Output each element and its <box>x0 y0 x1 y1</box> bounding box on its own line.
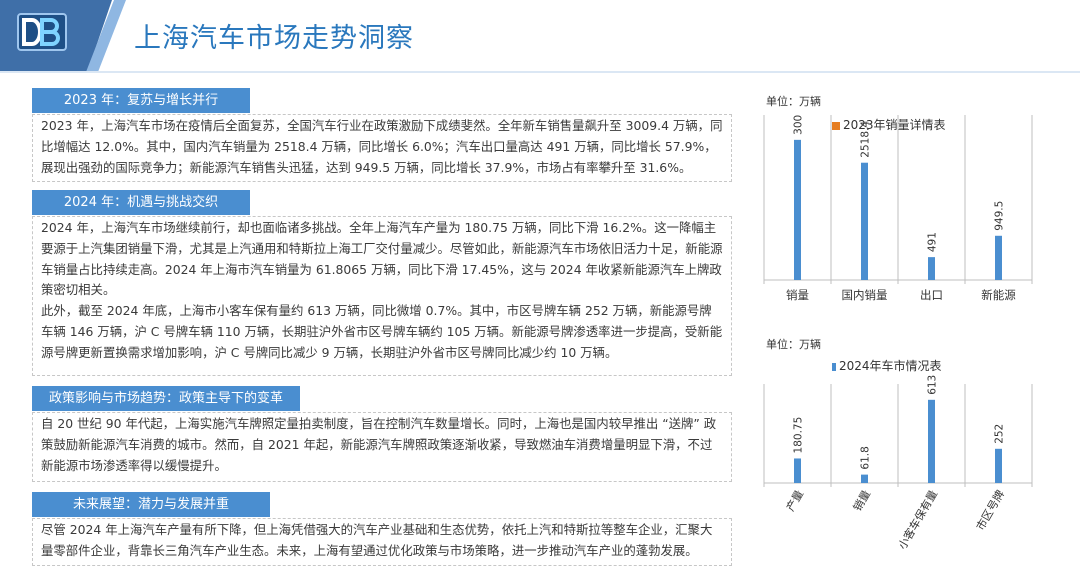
bar-0 <box>794 139 801 280</box>
section-heading-policy: 政策影响与市场趋势：政策主导下的变革 <box>32 386 300 411</box>
paragraph: 2024 年，上海汽车市场继续前行，却也面临诸多挑战。全年上海汽车产量为 180… <box>41 220 723 298</box>
chart2-legend-label: 2024年车市情况表 <box>839 359 942 373</box>
bar-0 <box>794 458 801 483</box>
legend-swatch <box>832 362 836 371</box>
category-label-3: 市区号牌 <box>973 488 1007 533</box>
data-label-3: 252 <box>994 424 1006 444</box>
bar-2 <box>928 257 935 280</box>
category-label-2: 小客车保有量 <box>895 488 940 552</box>
data-label-3: 949.5 <box>994 201 1006 231</box>
paragraph: 尽管 2024 年上海汽车产量有所下降，但上海凭借强大的汽车产业基础和生态优势，… <box>41 522 713 558</box>
bar-3 <box>995 448 1002 483</box>
paragraph: 自 20 世纪 90 年代起，上海实施汽车牌照定量拍卖制度，旨在控制汽车数量增长… <box>41 416 717 473</box>
paragraph: 此外，截至 2024 年底，上海市小客车保有量约 613 万辆，同比微增 0.7… <box>41 303 723 360</box>
section-body-2024: 2024 年，上海汽车市场继续前行，却也面临诸多挑战。全年上海汽车产量为 180… <box>32 216 732 376</box>
bar-1 <box>861 162 868 280</box>
header-divider <box>0 71 1080 73</box>
data-label-1: 2518.4 <box>860 121 872 158</box>
data-label-2: 613 <box>927 375 939 395</box>
slide-header: 上海汽车市场走势洞察 <box>0 0 1080 73</box>
section-heading-2024: 2024 年：机遇与挑战交织 <box>32 190 250 215</box>
chart1-unit-label: 单位：万辆 <box>766 95 821 108</box>
chart2-unit-label: 单位：万辆 <box>766 338 821 351</box>
paragraph: 2023 年，上海汽车市场在疫情后全面复苏，全国汽车行业在政策激励下成绩斐然。全… <box>41 118 723 175</box>
category-label-1: 国内销量 <box>842 288 888 302</box>
category-label-0: 销量 <box>786 288 809 302</box>
category-label-1: 销量 <box>850 488 873 514</box>
category-label-2: 出口 <box>920 288 943 302</box>
section-body-policy: 自 20 世纪 90 年代起，上海实施汽车牌照定量拍卖制度，旨在控制汽车数量增长… <box>32 412 732 482</box>
bar-2 <box>928 399 935 483</box>
chart-2023-sales: 3009.4 销量 2518.4 国内销量 491 出口 949.5 新能源 <box>763 115 1033 302</box>
bar-1 <box>861 474 868 483</box>
category-label-0: 产量 <box>783 488 806 514</box>
data-label-0: 180.75 <box>793 417 805 454</box>
section-body-2023: 2023 年，上海汽车市场在疫情后全面复苏，全国汽车行业在政策激励下成绩斐然。全… <box>32 114 732 182</box>
data-label-2: 491 <box>927 232 939 252</box>
section-heading-2023: 2023 年：复苏与增长并行 <box>32 88 250 113</box>
data-label-1: 61.8 <box>860 446 872 469</box>
brand-logo-icon <box>17 13 67 51</box>
chart-2024-market: 180.75 产量 61.8 销量 613 小客车保有量 252 市区号牌 <box>763 375 1033 552</box>
section-body-outlook: 尽管 2024 年上海汽车产量有所下降，但上海凭借强大的汽车产业基础和生态优势，… <box>32 518 732 566</box>
section-heading-outlook: 未来展望：潜力与发展并重 <box>32 492 270 517</box>
bar-3 <box>995 235 1002 280</box>
page-title: 上海汽车市场走势洞察 <box>134 23 414 54</box>
data-label-0: 3009.4 <box>793 115 805 135</box>
category-label-3: 新能源 <box>981 288 1016 302</box>
